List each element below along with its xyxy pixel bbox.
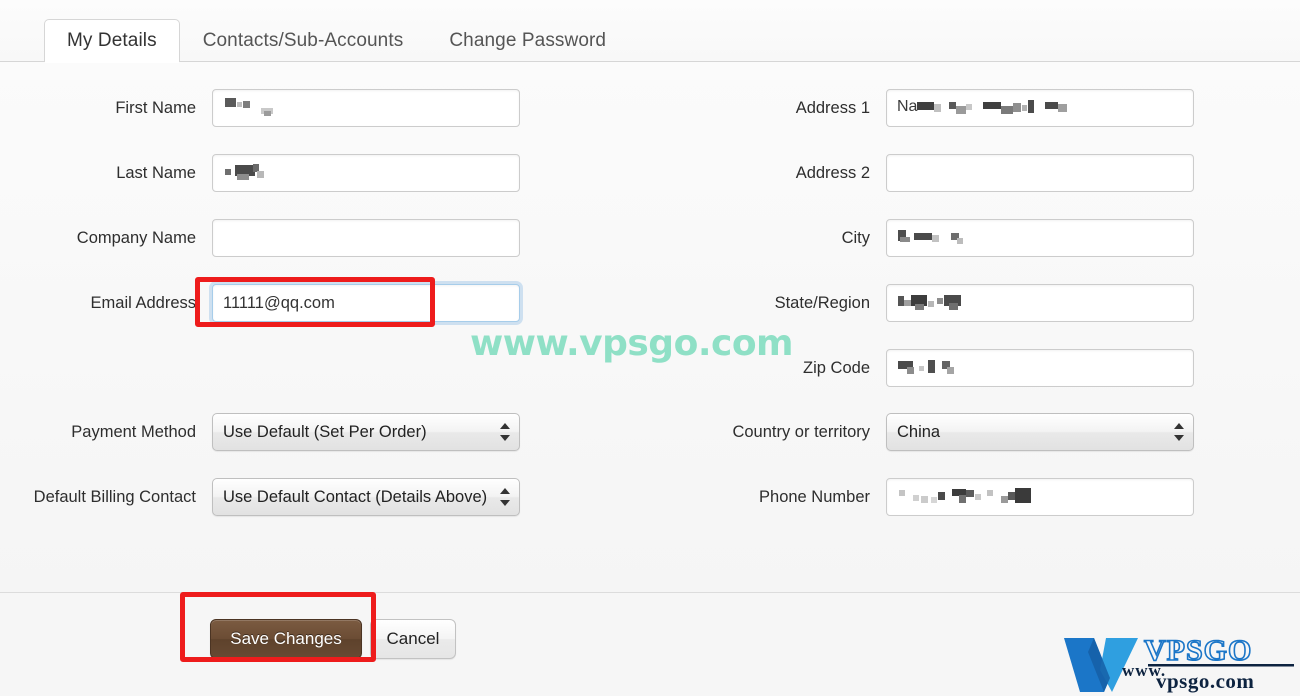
tab-contacts-sub-accounts[interactable]: Contacts/Sub-Accounts	[180, 19, 427, 62]
field-row-country-or-territory: Country or territory China	[650, 413, 1300, 451]
redaction-mosaic: Na	[897, 98, 1183, 120]
label-phone-number: Phone Number	[759, 488, 870, 506]
label-country-or-territory: Country or territory	[732, 423, 870, 441]
chevron-updown-icon	[500, 487, 510, 507]
svg-text:vpsgo.com: vpsgo.com	[1156, 669, 1254, 693]
redaction-mosaic	[897, 293, 1183, 315]
first-name-control	[212, 89, 520, 127]
default-billing-contact-select[interactable]: Use Default Contact (Details Above)	[212, 478, 520, 516]
first-name-input[interactable]	[212, 89, 520, 127]
city-control	[886, 219, 1194, 257]
last-name-input[interactable]	[212, 154, 520, 192]
label-state-region: State/Region	[774, 294, 870, 312]
redaction-mosaic	[223, 98, 509, 120]
label-first-name: First Name	[115, 99, 196, 117]
payment-method-select[interactable]: Use Default (Set Per Order)	[212, 413, 520, 451]
company-name-input[interactable]	[212, 219, 520, 257]
country-or-territory-select[interactable]: China	[886, 413, 1194, 451]
field-row-city: City	[650, 219, 1300, 257]
country-or-territory-value: China	[897, 423, 941, 441]
label-address-2: Address 2	[795, 164, 870, 182]
default-billing-contact-control: Use Default Contact (Details Above)	[212, 478, 520, 516]
payment-method-control: Use Default (Set Per Order)	[212, 413, 520, 451]
tab-change-password[interactable]: Change Password	[426, 19, 629, 62]
phone-number-control	[886, 478, 1194, 516]
company-name-control	[212, 219, 520, 257]
redaction-mosaic	[223, 163, 509, 185]
email-address-input[interactable]: 11111@qq.com	[212, 284, 520, 322]
label-default-billing-contact: Default Billing Contact	[33, 488, 196, 506]
address-1-input[interactable]: Na	[886, 89, 1194, 127]
label-city: City	[841, 229, 870, 247]
redaction-mosaic	[897, 487, 1183, 509]
chevron-updown-icon	[500, 422, 510, 442]
zip-code-input[interactable]	[886, 349, 1194, 387]
field-row-first-name: First Name	[0, 89, 650, 127]
address-2-control	[886, 154, 1194, 192]
default-billing-contact-value: Use Default Contact (Details Above)	[223, 488, 488, 506]
payment-method-value: Use Default (Set Per Order)	[223, 423, 427, 441]
label-address-1: Address 1	[795, 99, 870, 117]
field-row-company-name: Company Name	[0, 219, 650, 257]
phone-number-input[interactable]	[886, 478, 1194, 516]
vpsgo-logo: VPSGO www. vpsgo.com	[1060, 630, 1296, 694]
email-address-control: 11111@qq.com	[212, 284, 520, 322]
zip-code-control	[886, 349, 1194, 387]
tab-bar: My Details Contacts/Sub-Accounts Change …	[0, 0, 1300, 63]
tab-my-details[interactable]: My Details	[44, 19, 180, 63]
cancel-button[interactable]: Cancel	[370, 619, 456, 659]
chevron-updown-icon	[1174, 422, 1184, 442]
label-payment-method: Payment Method	[71, 423, 196, 441]
label-company-name: Company Name	[76, 229, 196, 247]
field-row-last-name: Last Name	[0, 154, 650, 192]
label-email-address: Email Address	[90, 294, 196, 312]
watermark-text: www.vpsgo.com	[470, 323, 794, 364]
state-region-input[interactable]	[886, 284, 1194, 322]
state-region-control	[886, 284, 1194, 322]
last-name-control	[212, 154, 520, 192]
field-row-default-billing-contact: Default Billing Contact Use Default Cont…	[0, 478, 650, 516]
field-row-address-1: Address 1 Na	[650, 89, 1300, 127]
redaction-mosaic	[897, 228, 1183, 250]
redaction-mosaic	[897, 358, 1183, 380]
field-row-email-address: Email Address 11111@qq.com	[0, 284, 650, 322]
field-row-phone-number: Phone Number	[650, 478, 1300, 516]
field-row-state-region: State/Region	[650, 284, 1300, 322]
field-row-payment-method: Payment Method Use Default (Set Per Orde…	[0, 413, 650, 451]
address-1-control: Na	[886, 89, 1194, 127]
save-changes-button[interactable]: Save Changes	[210, 619, 362, 659]
city-input[interactable]	[886, 219, 1194, 257]
address-2-input[interactable]	[886, 154, 1194, 192]
country-or-territory-control: China	[886, 413, 1194, 451]
label-last-name: Last Name	[116, 164, 196, 182]
field-row-address-2: Address 2	[650, 154, 1300, 192]
